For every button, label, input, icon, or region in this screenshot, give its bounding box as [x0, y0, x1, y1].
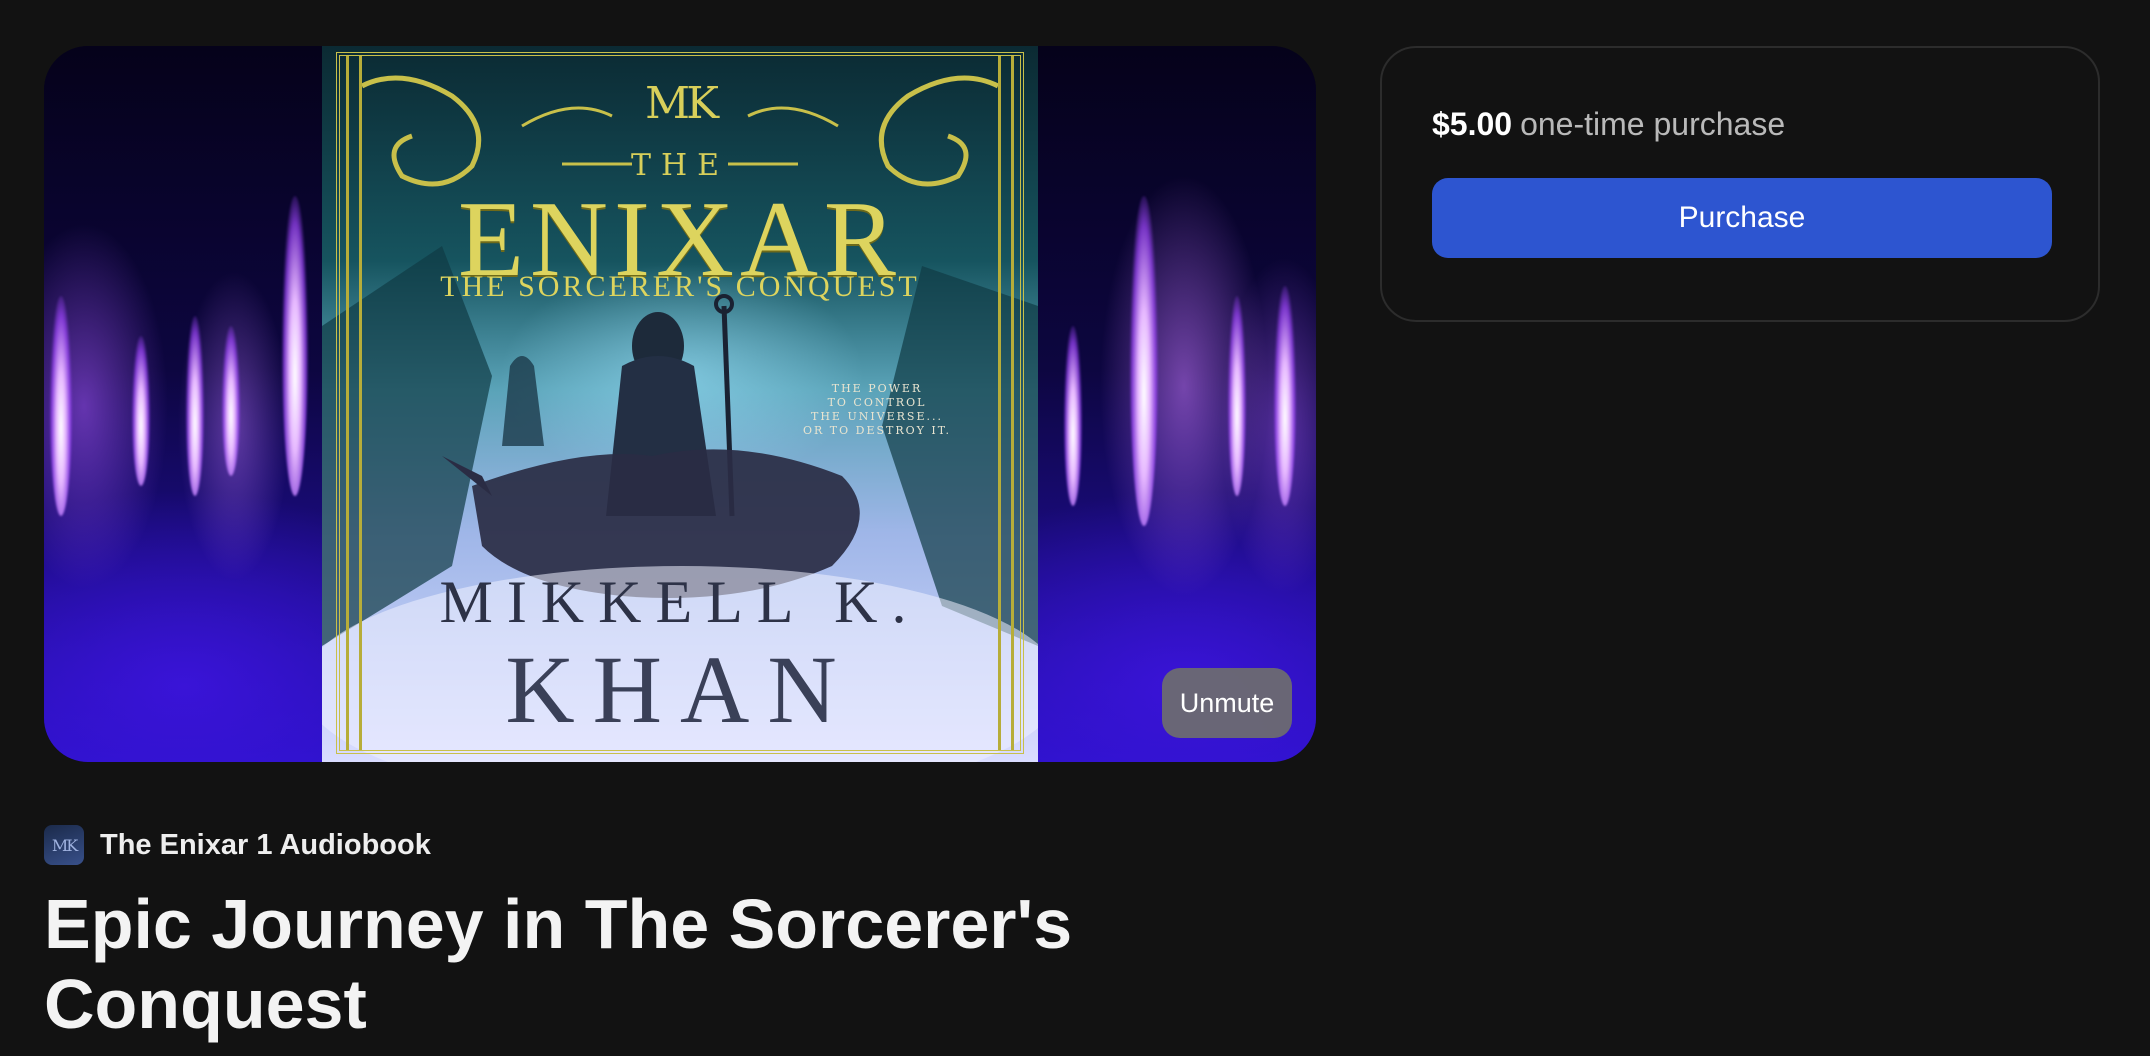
cover-tagline: THE POWER TO CONTROL THE UNIVERSE... OR … — [803, 382, 951, 437]
episode-title: Epic Journey in The Sorcerer's Conquest — [44, 885, 1073, 1043]
purchase-button[interactable]: Purchase — [1432, 178, 2052, 258]
cover-author-last: KHAN — [505, 636, 855, 743]
flame-decoration — [50, 296, 72, 516]
flame-decoration — [1274, 286, 1296, 506]
cover-subtitle: THE SORCERER'S CONQUEST — [440, 270, 920, 303]
flame-decoration — [1064, 326, 1082, 506]
flame-decoration — [1130, 196, 1158, 526]
show-thumbnail: MK — [44, 825, 84, 865]
book-cover: MK THE ENIXAR THE SORCERER'S CONQUEST TH… — [322, 46, 1038, 762]
price: $5.00 — [1432, 106, 1513, 142]
flame-decoration — [1228, 296, 1246, 496]
cover-monogram: MK — [645, 78, 719, 129]
price-line: $5.00 one-time purchase — [1432, 104, 1785, 144]
flame-decoration — [132, 336, 150, 486]
page: MK THE ENIXAR THE SORCERER'S CONQUEST TH… — [0, 0, 2150, 1056]
show-name[interactable]: The Enixar 1 Audiobook — [100, 829, 431, 862]
price-note: one-time purchase — [1520, 106, 1786, 142]
show-link[interactable]: MK The Enixar 1 Audiobook — [44, 824, 431, 866]
unmute-button[interactable]: Unmute — [1162, 668, 1292, 738]
cover-the: THE — [630, 148, 730, 183]
video-player[interactable]: MK THE ENIXAR THE SORCERER'S CONQUEST TH… — [44, 46, 1316, 762]
flame-decoration — [282, 196, 308, 496]
flame-decoration — [222, 326, 240, 476]
cover-author-first: MIKKELL K. — [439, 569, 921, 635]
flame-decoration — [186, 316, 204, 496]
purchase-card: $5.00 one-time purchase Purchase — [1380, 46, 2100, 322]
